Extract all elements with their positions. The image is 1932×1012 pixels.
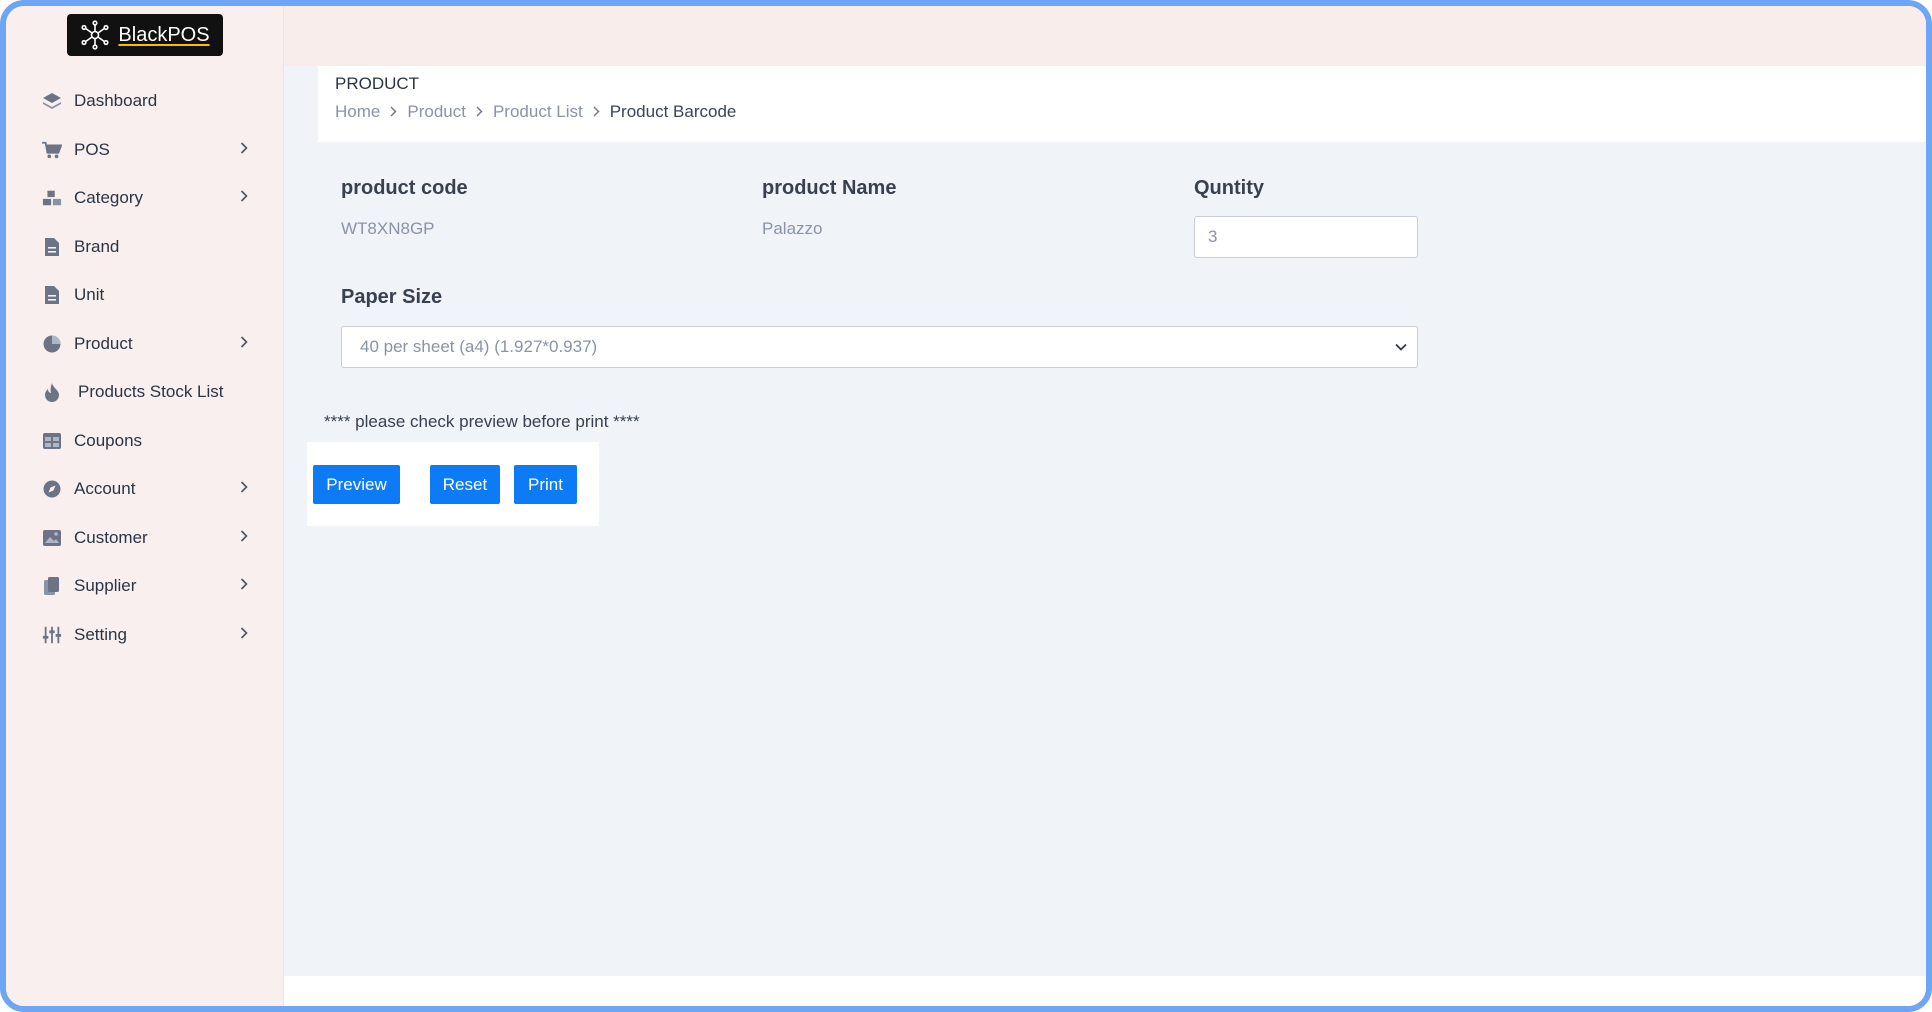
sidebar: BlackPOS Dashboard POS Category Brand Un… <box>6 6 284 1006</box>
table-icon <box>42 431 62 451</box>
product-code-label: product code <box>341 177 468 199</box>
sidebar-item-label: Dashboard <box>74 91 158 111</box>
breadcrumb: Home Product Product List Product Barcod… <box>335 102 736 122</box>
sidebar-item-label: Category <box>74 188 143 208</box>
paper-size-selected-value: 40 per sheet (a4) (1.927*0.937) <box>360 337 598 356</box>
chevron-right-icon <box>390 104 397 120</box>
top-bar <box>284 6 1926 66</box>
app-window: BlackPOS Dashboard POS Category Brand Un… <box>0 0 1932 1012</box>
chevron-down-icon <box>1395 338 1407 356</box>
product-name-label: product Name <box>762 177 897 199</box>
product-name-value: Palazzo <box>762 219 823 238</box>
chevron-right-icon <box>240 335 248 353</box>
action-button-group: Preview Reset Print <box>307 442 599 526</box>
logo[interactable]: BlackPOS <box>67 14 223 56</box>
sidebar-item-label: Brand <box>74 236 120 256</box>
chevron-right-icon <box>240 141 248 159</box>
sidebar-item-label: Unit <box>74 285 105 305</box>
sliders-icon <box>42 625 62 645</box>
quantity-label: Quntity <box>1194 177 1264 199</box>
sidebar-item-products-stock-list[interactable]: Products Stock List <box>6 368 284 417</box>
print-button[interactable]: Print <box>514 465 577 504</box>
sidebar-item-unit[interactable]: Unit <box>6 271 284 320</box>
paper-size-label: Paper Size <box>341 286 443 308</box>
breadcrumb-product[interactable]: Product <box>407 102 466 122</box>
sidebar-item-supplier[interactable]: Supplier <box>6 562 284 611</box>
page-header: PRODUCT Home Product Product List Produc… <box>318 66 1926 142</box>
sidebar-item-label: Coupons <box>74 430 143 450</box>
sidebar-item-label: Product <box>74 333 133 353</box>
chevron-right-icon <box>240 577 248 595</box>
pie-chart-icon <box>42 334 62 354</box>
chevron-right-icon <box>476 104 483 120</box>
breadcrumb-product-barcode: Product Barcode <box>609 102 737 121</box>
breadcrumb-home[interactable]: Home <box>335 102 380 122</box>
layers-icon <box>42 91 62 111</box>
sidebar-item-setting[interactable]: Setting <box>6 611 284 660</box>
logo-text: BlackPOS <box>118 23 210 46</box>
sidebar-item-label: POS <box>74 139 110 159</box>
copy-icon <box>42 576 62 596</box>
preview-button[interactable]: Preview <box>313 465 400 504</box>
quantity-input[interactable] <box>1194 216 1418 258</box>
sidebar-item-dashboard[interactable]: Dashboard <box>6 77 284 126</box>
sidebar-item-label: Products Stock List <box>78 382 224 402</box>
page-title: PRODUCT <box>335 74 420 93</box>
sidebar-item-label: Setting <box>74 624 127 644</box>
sidebar-item-pos[interactable]: POS <box>6 126 284 175</box>
main-content: PRODUCT Home Product Product List Produc… <box>284 6 1926 1006</box>
molecule-icon <box>81 20 110 50</box>
cart-icon <box>42 140 62 160</box>
sidebar-item-brand[interactable]: Brand <box>6 223 284 272</box>
product-code-value: WT8XN8GP <box>341 219 435 238</box>
chevron-right-icon <box>240 480 248 498</box>
sidebar-nav: Dashboard POS Category Brand Unit Produc… <box>6 77 284 659</box>
file-icon <box>42 285 62 305</box>
compass-icon <box>42 479 62 499</box>
sidebar-item-category[interactable]: Category <box>6 174 284 223</box>
print-note: **** please check preview before print *… <box>324 412 640 431</box>
sidebar-item-product[interactable]: Product <box>6 320 284 369</box>
footer <box>284 976 1926 1006</box>
chevron-right-icon <box>593 104 600 120</box>
breadcrumb-product-list[interactable]: Product List <box>493 102 583 122</box>
chevron-right-icon <box>240 189 248 207</box>
paper-size-select[interactable]: 40 per sheet (a4) (1.927*0.937) <box>341 326 1418 368</box>
boxes-icon <box>42 188 62 208</box>
sidebar-item-label: Customer <box>74 527 148 547</box>
sidebar-item-coupons[interactable]: Coupons <box>6 417 284 466</box>
fire-icon <box>42 382 62 403</box>
chevron-right-icon <box>240 529 248 547</box>
reset-button[interactable]: Reset <box>430 465 500 504</box>
sidebar-item-label: Account <box>74 479 136 499</box>
image-icon <box>42 528 62 548</box>
chevron-right-icon <box>240 626 248 644</box>
file-icon <box>42 237 62 257</box>
sidebar-item-account[interactable]: Account <box>6 465 284 514</box>
sidebar-item-label: Supplier <box>74 576 137 596</box>
sidebar-item-customer[interactable]: Customer <box>6 514 284 563</box>
